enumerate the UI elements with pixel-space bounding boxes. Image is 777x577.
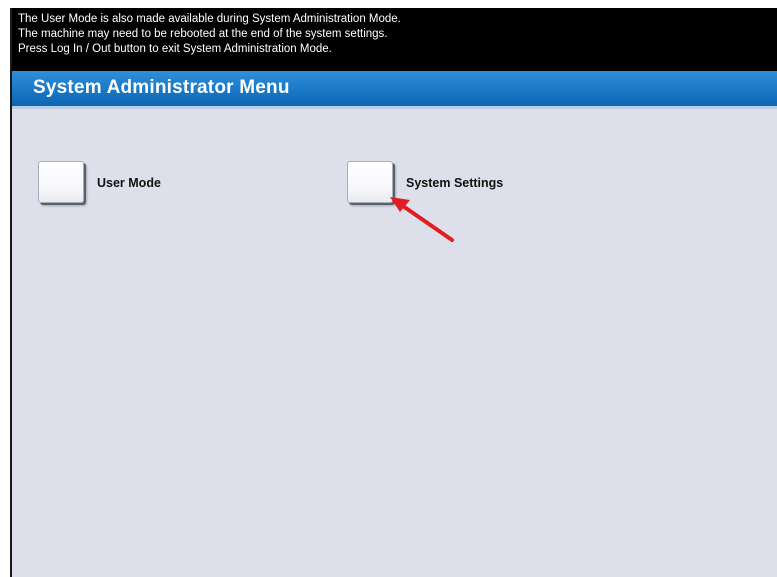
red-arrow-icon xyxy=(390,197,454,242)
message-bar: The User Mode is also made available dur… xyxy=(12,8,777,71)
user-mode-label[interactable]: User Mode xyxy=(97,176,161,190)
user-mode-button[interactable] xyxy=(38,161,84,203)
user-mode-option[interactable]: User Mode xyxy=(38,161,161,211)
page-title: System Administrator Menu xyxy=(33,77,290,98)
title-bar: System Administrator Menu xyxy=(12,71,777,109)
message-line: The machine may need to be rebooted at t… xyxy=(18,28,388,40)
message-line: Press Log In / Out button to exit System… xyxy=(18,43,332,55)
system-settings-button[interactable] xyxy=(347,161,393,203)
system-settings-label[interactable]: System Settings xyxy=(406,176,503,190)
device-screen: The User Mode is also made available dur… xyxy=(10,8,777,577)
message-line: The User Mode is also made available dur… xyxy=(18,13,401,25)
